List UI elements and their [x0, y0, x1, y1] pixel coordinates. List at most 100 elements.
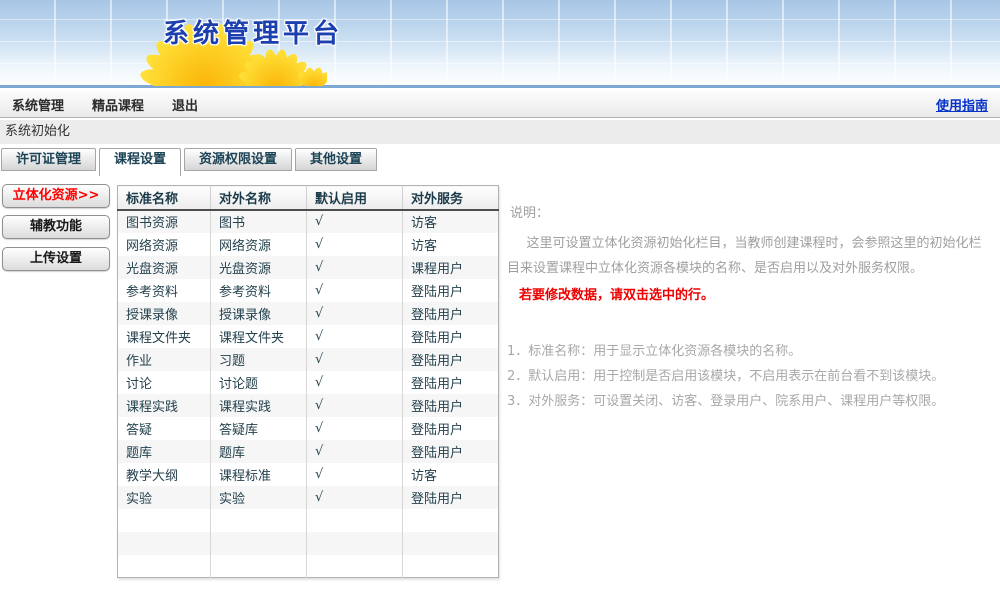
table-row[interactable]: 光盘资源光盘资源√课程用户 — [118, 256, 499, 279]
table-cell: 讨论 — [118, 371, 211, 394]
table-cell — [307, 532, 403, 555]
table-row[interactable]: 参考资料参考资料√登陆用户 — [118, 279, 499, 302]
user-guide-link[interactable]: 使用指南 — [936, 95, 988, 114]
table-cell: 课程实践 — [118, 394, 211, 417]
table-cell: √ — [307, 256, 403, 279]
page-title: 系统管理平台 — [163, 13, 343, 50]
table-cell: 登陆用户 — [403, 371, 499, 394]
table-cell: 课程实践 — [211, 394, 307, 417]
tab-other-settings[interactable]: 其他设置 — [295, 148, 377, 171]
table-cell: √ — [307, 463, 403, 486]
menu-bar: 系统管理 精品课程 退出 使用指南 — [0, 91, 1000, 118]
table-cell — [118, 509, 211, 532]
menu-item-system-manage[interactable]: 系统管理 — [12, 95, 64, 114]
table-cell: √ — [307, 417, 403, 440]
table-cell: 登陆用户 — [403, 394, 499, 417]
table-cell: 课程文件夹 — [211, 325, 307, 348]
column-header-external-name: 对外名称 — [211, 186, 307, 210]
table-cell: 题库 — [118, 440, 211, 463]
table-cell — [403, 555, 499, 578]
tab-bar: 许可证管理 课程设置 资源权限设置 其他设置 — [1, 148, 377, 176]
sidebar-button-teaching-aid-functions[interactable]: 辅教功能 — [2, 215, 110, 239]
table-cell: 图书 — [211, 210, 307, 233]
table-cell: 登陆用户 — [403, 325, 499, 348]
table-cell: 参考资料 — [211, 279, 307, 302]
notes-list-item-2: 2．默认启用：用于控制是否启用该模块，不启用表示在前台看不到该模块。 — [507, 364, 985, 389]
table-cell: 光盘资源 — [118, 256, 211, 279]
sidebar-button-upload-settings[interactable]: 上传设置 — [2, 247, 110, 271]
table-cell: 登陆用户 — [403, 348, 499, 371]
table-cell: 访客 — [403, 233, 499, 256]
table-row[interactable]: 教学大纲课程标准√访客 — [118, 463, 499, 486]
table-row[interactable] — [118, 532, 499, 555]
breadcrumb: 系统初始化 — [0, 120, 1000, 144]
sidebar-button-stereo-resources[interactable]: 立体化资源>> — [2, 184, 110, 208]
table-row[interactable]: 实验实验√登陆用户 — [118, 486, 499, 509]
table-cell: 授课录像 — [118, 302, 211, 325]
table-cell: √ — [307, 440, 403, 463]
table-row[interactable]: 图书资源图书√访客 — [118, 210, 499, 233]
resource-settings-table: 标准名称 对外名称 默认启用 对外服务 图书资源图书√访客网络资源网络资源√访客… — [117, 185, 499, 578]
column-header-external-service: 对外服务 — [403, 186, 499, 210]
tab-resource-permission-settings[interactable]: 资源权限设置 — [184, 148, 292, 171]
table-cell — [307, 555, 403, 578]
table-header-row: 标准名称 对外名称 默认启用 对外服务 — [118, 186, 499, 210]
table-cell: 课程用户 — [403, 256, 499, 279]
table-cell: √ — [307, 233, 403, 256]
table-cell: 登陆用户 — [403, 440, 499, 463]
table-cell: 图书资源 — [118, 210, 211, 233]
table-cell — [307, 509, 403, 532]
table-cell: 访客 — [403, 463, 499, 486]
table-row[interactable] — [118, 555, 499, 578]
table-cell: 课程文件夹 — [118, 325, 211, 348]
notes-heading: 说明： — [510, 202, 985, 221]
table-cell: 习题 — [211, 348, 307, 371]
tab-license-manage[interactable]: 许可证管理 — [1, 148, 96, 171]
notes-paragraph: 这里可设置立体化资源初始化栏目，当教师创建课程时，会参照这里的初始化栏目来设置课… — [507, 231, 985, 281]
table-row[interactable]: 课程文件夹课程文件夹√登陆用户 — [118, 325, 499, 348]
table-cell: 网络资源 — [118, 233, 211, 256]
table-cell: 作业 — [118, 348, 211, 371]
table-cell: √ — [307, 302, 403, 325]
tab-course-settings[interactable]: 课程设置 — [99, 148, 181, 176]
app-header-banner: 系统管理平台 — [0, 0, 1000, 88]
table-cell — [403, 509, 499, 532]
table-cell: 实验 — [118, 486, 211, 509]
table-cell: 教学大纲 — [118, 463, 211, 486]
notes-panel: 说明： 这里可设置立体化资源初始化栏目，当教师创建课程时，会参照这里的初始化栏目… — [507, 202, 985, 414]
table-cell — [118, 532, 211, 555]
table-cell: √ — [307, 394, 403, 417]
notes-list: 1．标准名称：用于显示立体化资源各模块的名称。 2．默认启用：用于控制是否启用该… — [507, 339, 985, 414]
table-cell: 访客 — [403, 210, 499, 233]
menu-item-quality-courses[interactable]: 精品课程 — [92, 95, 144, 114]
table-cell: 题库 — [211, 440, 307, 463]
table-cell: 授课录像 — [211, 302, 307, 325]
column-header-default-enabled: 默认启用 — [307, 186, 403, 210]
table-row[interactable]: 授课录像授课录像√登陆用户 — [118, 302, 499, 325]
table-cell: 登陆用户 — [403, 279, 499, 302]
table-row[interactable] — [118, 509, 499, 532]
notes-list-item-1: 1．标准名称：用于显示立体化资源各模块的名称。 — [507, 339, 985, 364]
menu-item-logout[interactable]: 退出 — [172, 95, 198, 114]
table-row[interactable]: 网络资源网络资源√访客 — [118, 233, 499, 256]
table-cell: √ — [307, 486, 403, 509]
table-cell: 课程标准 — [211, 463, 307, 486]
table-cell: 参考资料 — [118, 279, 211, 302]
column-header-standard-name: 标准名称 — [118, 186, 211, 210]
table-cell — [403, 532, 499, 555]
table-cell: √ — [307, 325, 403, 348]
table-row[interactable]: 讨论讨论题√登陆用户 — [118, 371, 499, 394]
table-row[interactable]: 作业习题√登陆用户 — [118, 348, 499, 371]
table-row[interactable]: 课程实践课程实践√登陆用户 — [118, 394, 499, 417]
table-cell: 登陆用户 — [403, 486, 499, 509]
resource-table-body: 图书资源图书√访客网络资源网络资源√访客光盘资源光盘资源√课程用户参考资料参考资… — [118, 210, 499, 578]
notes-list-item-3: 3．对外服务：可设置关闭、访客、登录用户、院系用户、课程用户等权限。 — [507, 389, 985, 414]
table-cell — [211, 509, 307, 532]
table-cell: √ — [307, 348, 403, 371]
table-row[interactable]: 题库题库√登陆用户 — [118, 440, 499, 463]
table-cell — [118, 555, 211, 578]
table-cell: 实验 — [211, 486, 307, 509]
notes-warning: 若要修改数据，请双击选中的行。 — [519, 284, 985, 303]
table-row[interactable]: 答疑答疑库√登陆用户 — [118, 417, 499, 440]
table-cell: 网络资源 — [211, 233, 307, 256]
